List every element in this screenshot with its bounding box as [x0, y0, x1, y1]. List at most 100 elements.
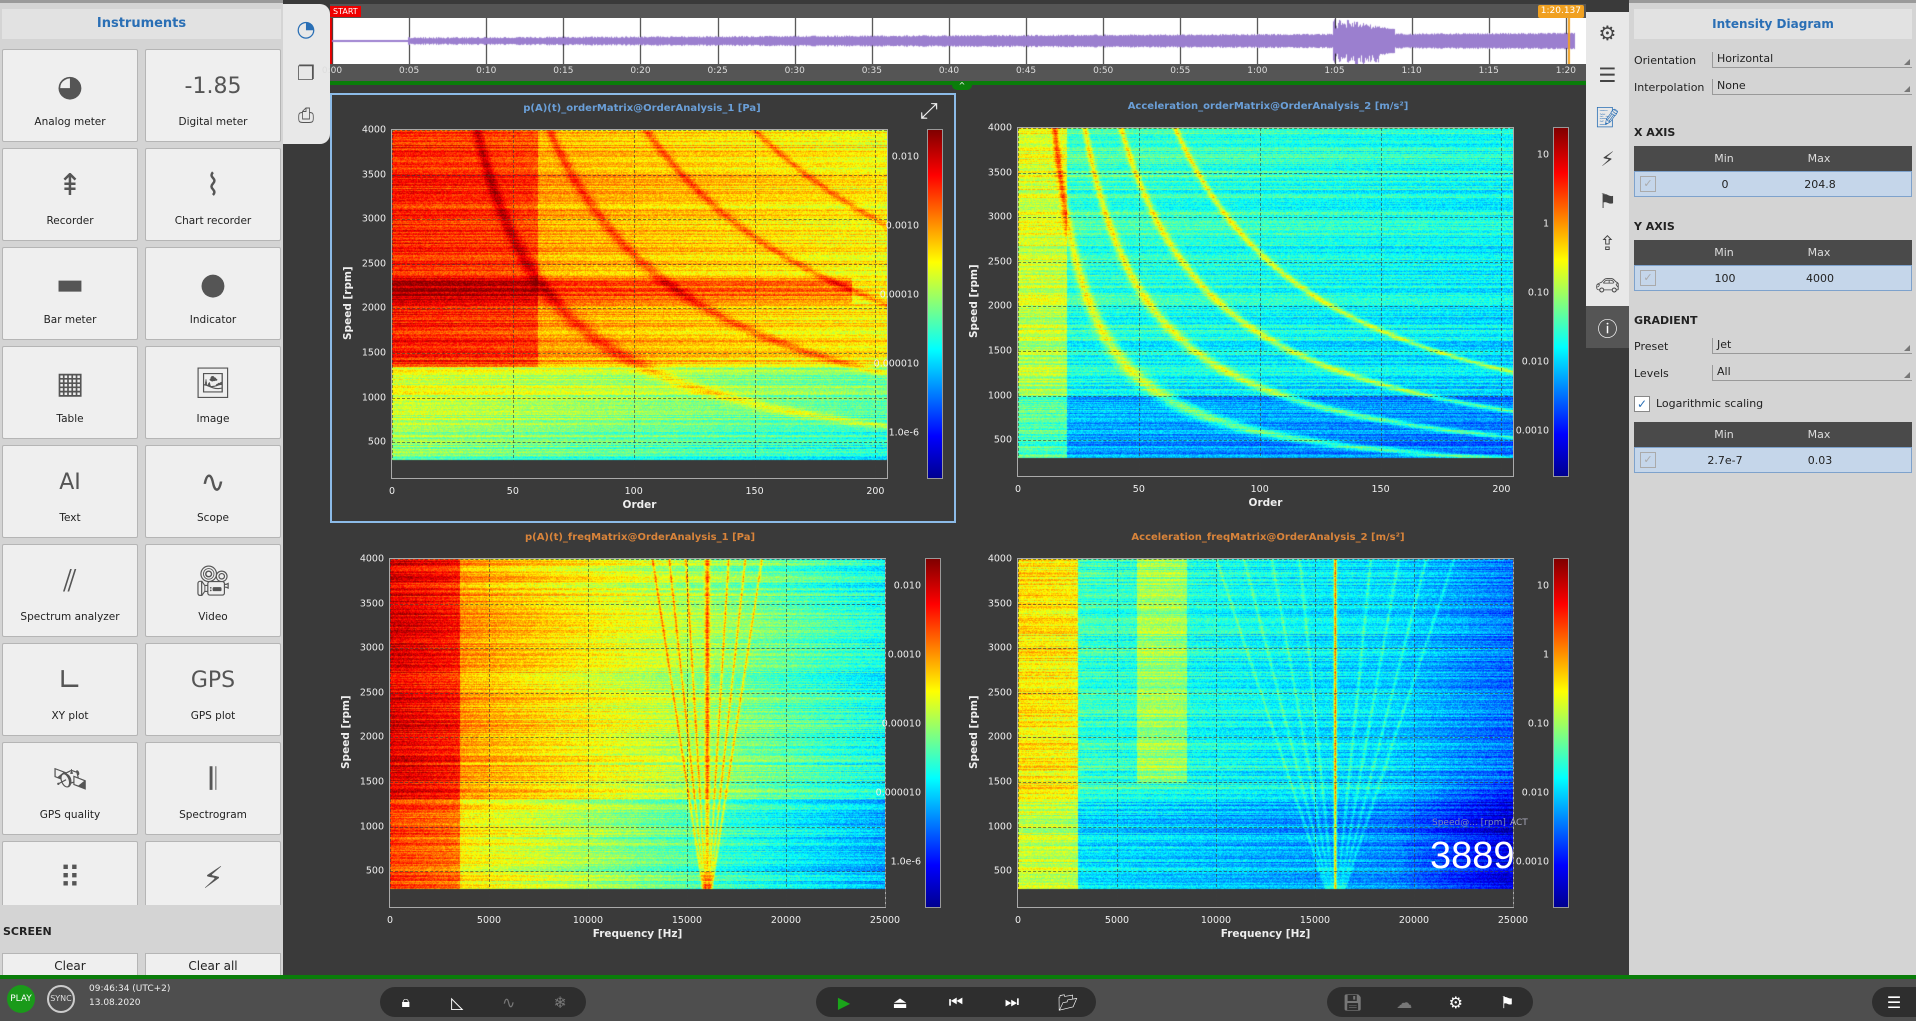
instrument-spectrogram[interactable]: 𝄃 Spectrogram	[145, 742, 281, 835]
skip-next-icon[interactable]: ⏭	[992, 992, 1032, 1012]
x-min-field[interactable]: 0	[1695, 178, 1755, 191]
instrument-spectrum-analyzer[interactable]: ⫽ Spectrum analyzer	[2, 544, 138, 637]
snowflake-icon[interactable]: ❄	[540, 993, 580, 1012]
x-tick-label: 0	[1015, 915, 1021, 926]
instrument-text[interactable]: AI Text	[2, 445, 138, 538]
cards-icon[interactable]: ❐	[289, 56, 323, 90]
lock-icon[interactable]: 🔒︎	[386, 992, 426, 1012]
colorbar-tick-label: 1	[1543, 650, 1549, 661]
instrument-recorder[interactable]: ⇞ Recorder	[2, 148, 138, 241]
x-axis-auto-checkbox[interactable]: ✓	[1640, 176, 1656, 192]
curve-icon[interactable]: ∿	[489, 993, 529, 1012]
timeline[interactable]: 0:00 0:05 0:10 0:15 0:20 0:25 0:30 0:35 0:40 0:45…	[330, 4, 1586, 84]
grid-line-y	[392, 264, 887, 265]
instrument-image[interactable]: 🖼︎ Image	[145, 346, 281, 439]
orientation-select[interactable]: Horizontal	[1712, 52, 1912, 68]
heatmap-plot-area[interactable]: 0 50 100 150 200 500 1000 1500 2000 2500 3000 3500 4…	[391, 129, 888, 479]
collapse-timeline-handle[interactable]: ^	[952, 81, 972, 90]
settings-icon[interactable]: ⚙	[1586, 12, 1629, 54]
instrument-gps-plot[interactable]: GPS GPS plot	[145, 643, 281, 736]
gauge-icon[interactable]: ◔	[289, 12, 323, 46]
y-tick-label: 2000	[350, 732, 384, 743]
grid-line-x	[875, 130, 876, 478]
y-tick-label: 1000	[350, 821, 384, 832]
gradient-max-field[interactable]: 0.03	[1790, 454, 1850, 467]
car-icon[interactable]: 🚗︎	[1586, 264, 1629, 306]
y-tick-label: 2000	[352, 303, 386, 314]
printer-icon[interactable]: ⎙	[289, 98, 323, 132]
flag-icon[interactable]: ⚑	[1487, 993, 1527, 1012]
end-marker[interactable]: 1:20.137	[1538, 5, 1584, 18]
interpolation-select[interactable]: None	[1712, 79, 1912, 95]
instrument-video[interactable]: 🎥︎ Video	[145, 544, 281, 637]
x-max-field[interactable]: 204.8	[1790, 178, 1850, 191]
list-icon[interactable]: ☰	[1586, 54, 1629, 96]
colorbar-tick-label: 0.0010	[886, 221, 919, 232]
heatmap-plot-area[interactable]: 0 50 100 150 200 500 1000 1500 2000 2500 3000 3500 4…	[1017, 127, 1514, 477]
preset-select[interactable]: Jet	[1712, 338, 1912, 354]
gradient-min-field[interactable]: 2.7e-7	[1695, 454, 1755, 467]
skip-previous-icon[interactable]: ⏮	[936, 992, 976, 1012]
start-marker[interactable]: START	[330, 6, 361, 17]
play-icon[interactable]: ▶	[824, 993, 864, 1012]
min-header: Min	[1694, 428, 1754, 441]
instruments-panel: Instruments ◕ Analog meter -1.85 Digital me…	[0, 0, 283, 975]
sync-button[interactable]: SYNC	[47, 985, 75, 1013]
instrument-digital-meter[interactable]: -1.85 Digital meter	[145, 49, 281, 142]
instrument-chart-recorder[interactable]: ⌇ Chart recorder	[145, 148, 281, 241]
instrument-gps-quality[interactable]: 🛰︎ GPS quality	[2, 742, 138, 835]
spectrum-analyzer-icon: ⫽	[3, 559, 137, 603]
colorbar	[927, 129, 943, 479]
menu-icon[interactable]: ☰	[1874, 993, 1914, 1012]
heatmap-plot-area[interactable]: 0 5000 10000 15000 20000 25000 500 1000 1500 2000…	[389, 558, 886, 908]
y-axis-heading: Y AXIS	[1634, 220, 1675, 233]
instrument-power-grid[interactable]: ⚡	[145, 841, 281, 905]
play-status-button[interactable]: PLAY	[7, 985, 35, 1013]
instrument-label: Image	[146, 413, 280, 425]
expand-icon[interactable]: ⤢	[920, 99, 938, 124]
grid-line-y	[1018, 440, 1513, 441]
instrument-xy-plot[interactable]: ∟ XY plot	[2, 643, 138, 736]
gradient-auto-checkbox[interactable]: ✓	[1640, 452, 1656, 468]
y-axis-auto-checkbox[interactable]: ✓	[1640, 270, 1656, 286]
instrument-indicator[interactable]: ● Indicator	[145, 247, 281, 340]
save-icon[interactable]: 💾︎	[1333, 993, 1373, 1012]
report-icon[interactable]: 📝︎	[1586, 96, 1629, 138]
intensity-chart[interactable]: p(A)(t)_orderMatrix@OrderAnalysis_1 [Pa]…	[330, 93, 956, 523]
eject-icon[interactable]: ⏏	[880, 993, 920, 1012]
waveform-overview[interactable]	[330, 18, 1586, 64]
grid-line-y	[390, 827, 885, 828]
instrument-intensity-diagram[interactable]: ⠿	[2, 841, 138, 905]
grid-line-x	[755, 130, 756, 478]
intensity-chart[interactable]: Acceleration_orderMatrix@OrderAnalysis_2…	[958, 93, 1584, 523]
grid-line-y	[390, 871, 885, 872]
info-icon[interactable]: ⓘ	[1586, 306, 1629, 348]
grid-line-y	[390, 604, 885, 605]
grid-line-x	[687, 559, 688, 907]
instrument-label: Table	[3, 413, 137, 425]
instrument-table[interactable]: ▦ Table	[2, 346, 138, 439]
colorbar-tick-label: 0.010	[894, 581, 921, 592]
flag-icon[interactable]: ⚑	[1586, 180, 1629, 222]
folder-icon[interactable]: 📂︎	[1048, 993, 1088, 1012]
x-tick-label: 20000	[1399, 915, 1429, 926]
grid-line-x	[390, 559, 391, 907]
timeline-tick-label: 0:20	[630, 66, 650, 76]
grid-line-y	[392, 398, 887, 399]
settings-lock-icon[interactable]: ⚙	[1436, 993, 1476, 1012]
levels-select[interactable]: All	[1712, 365, 1912, 381]
y-max-field[interactable]: 4000	[1790, 272, 1850, 285]
instrument-bar-meter[interactable]: ▬ Bar meter	[2, 247, 138, 340]
grid-line-x	[1381, 128, 1382, 476]
log-scaling-checkbox[interactable]: ✓	[1634, 396, 1650, 412]
instrument-analog-meter[interactable]: ◕ Analog meter	[2, 49, 138, 142]
lightning-icon[interactable]: ⚡	[1586, 138, 1629, 180]
share-icon[interactable]: ⇪	[1586, 222, 1629, 264]
instrument-scope[interactable]: ∿ Scope	[145, 445, 281, 538]
intensity-chart[interactable]: p(A)(t)_freqMatrix@OrderAnalysis_1 [Pa] 0…	[330, 524, 956, 954]
cloud-icon[interactable]: ☁	[1384, 993, 1424, 1012]
colorbar-tick-label: 0.0010	[1516, 857, 1549, 868]
intensity-chart[interactable]: Acceleration_freqMatrix@OrderAnalysis_2 …	[958, 524, 1584, 954]
ruler-icon[interactable]: ◺	[437, 993, 477, 1012]
y-min-field[interactable]: 100	[1695, 272, 1755, 285]
